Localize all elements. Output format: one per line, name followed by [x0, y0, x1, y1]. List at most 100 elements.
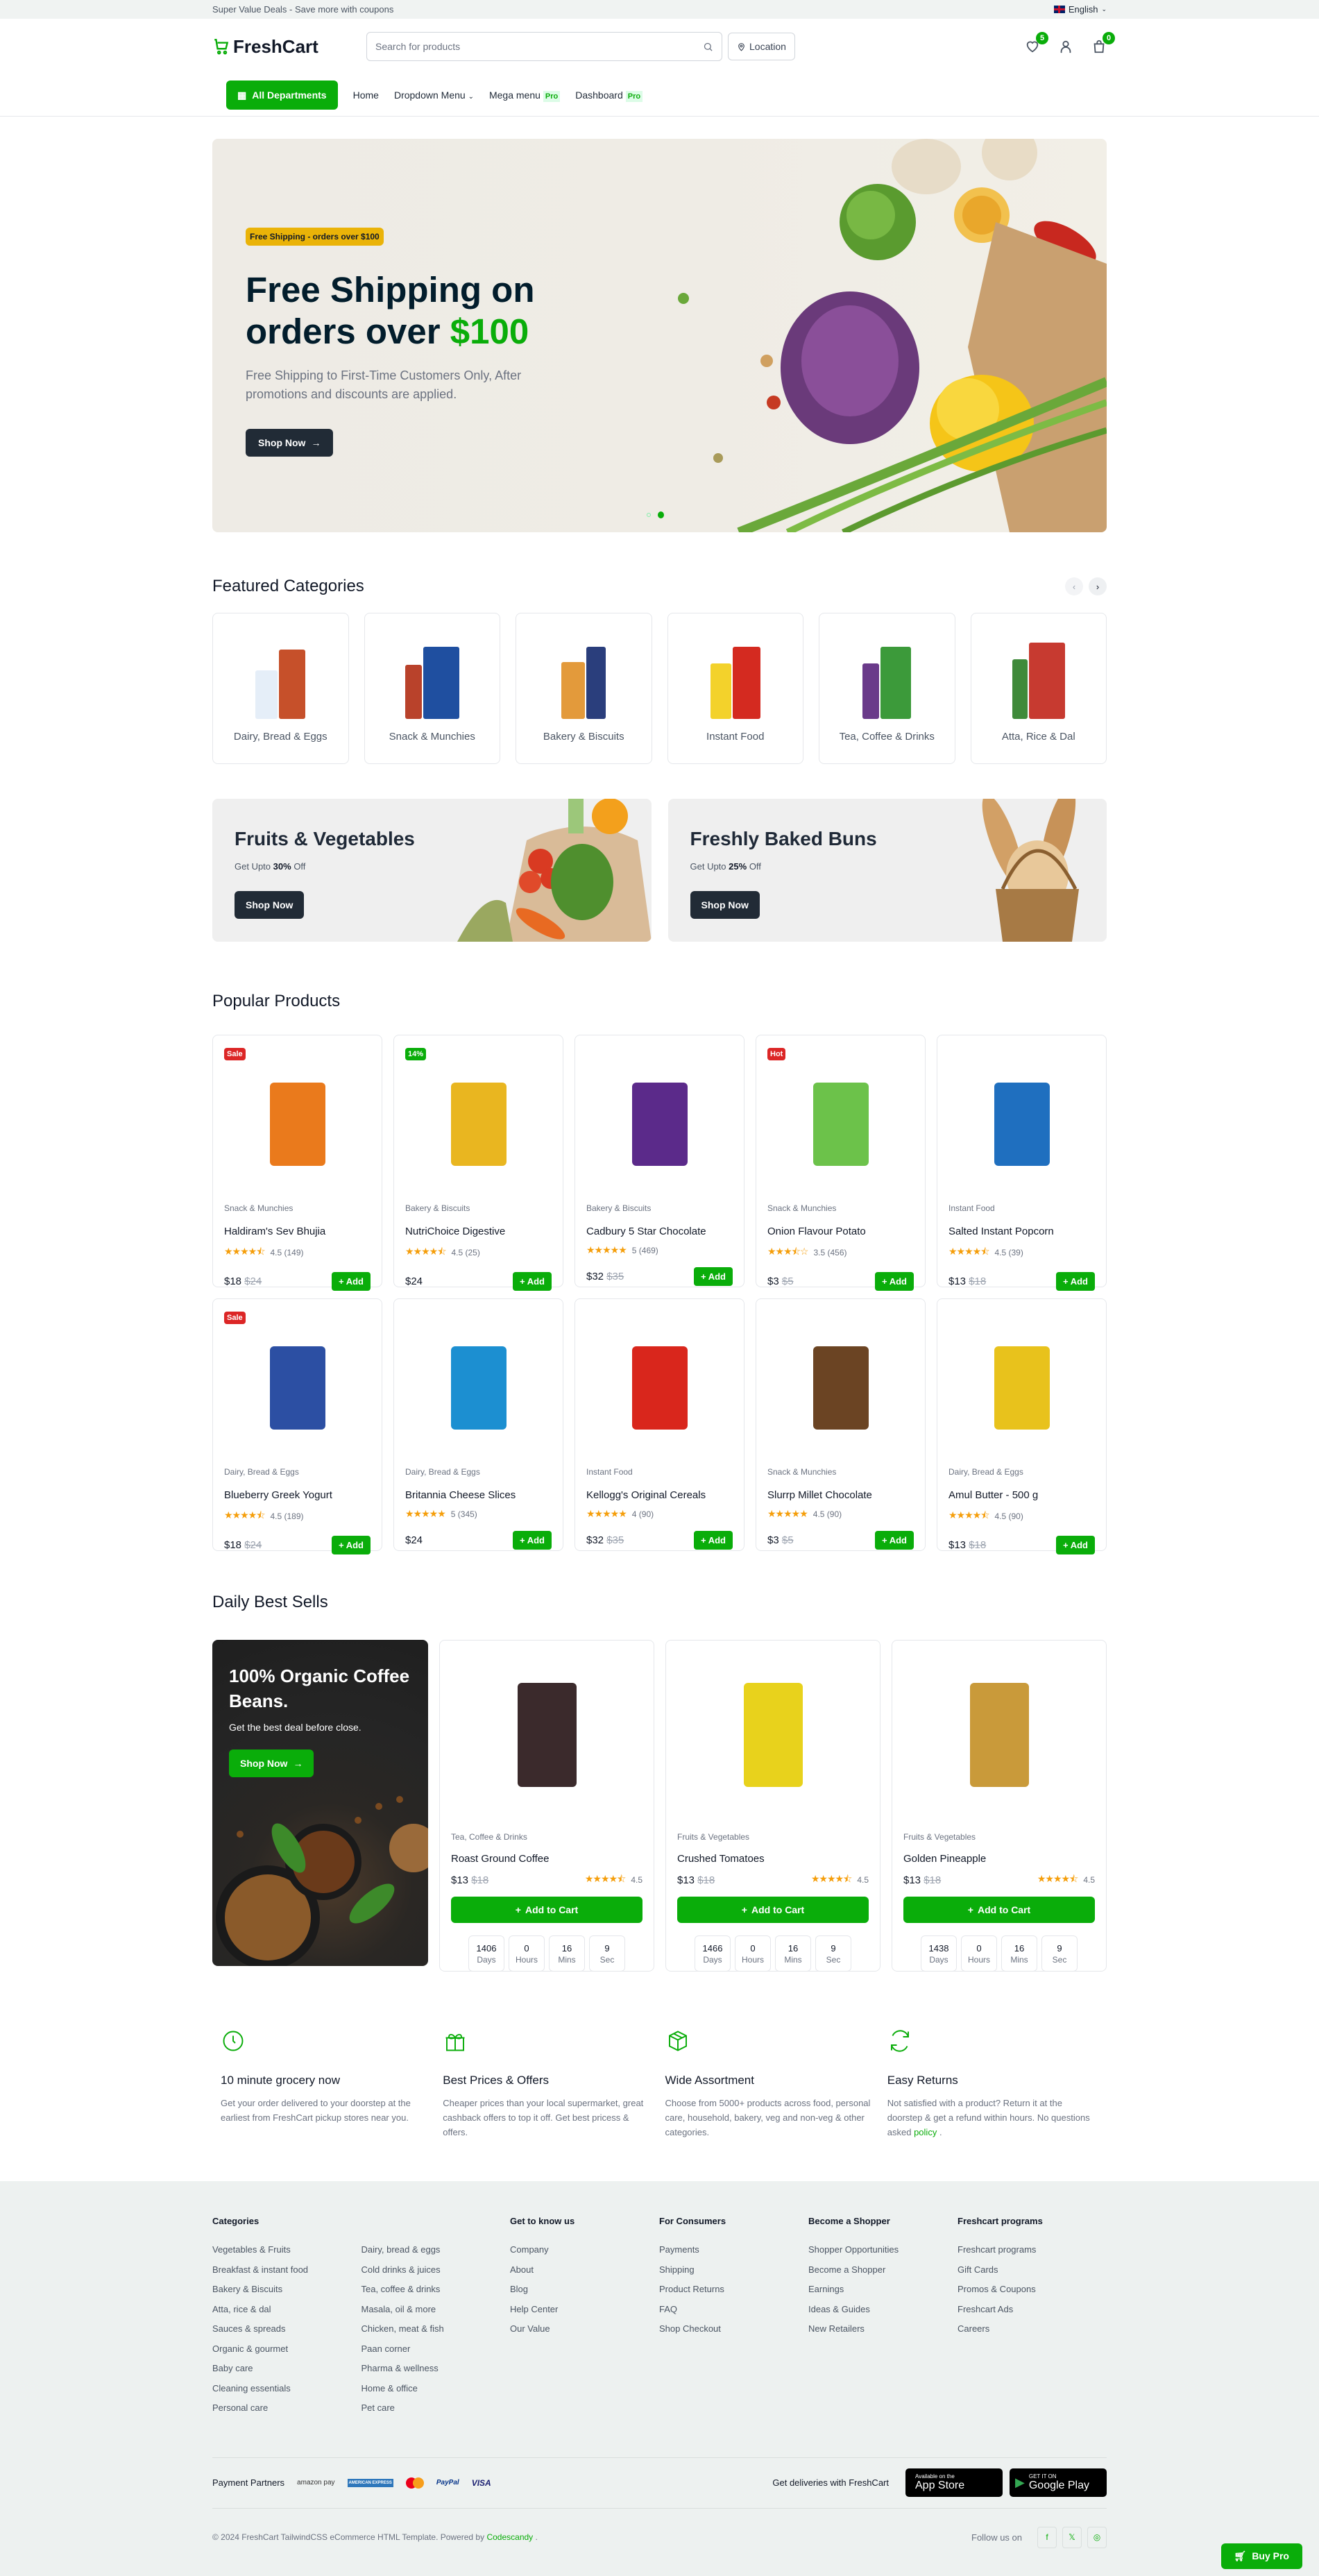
add-button[interactable]: + Add	[875, 1531, 914, 1550]
nav-mega-menu[interactable]: Mega menu Pro	[489, 90, 561, 102]
cart-button[interactable]: 0	[1091, 32, 1115, 54]
nav-dropdown-menu[interactable]: Dropdown Menu ⌄	[394, 90, 474, 101]
product-name[interactable]: Onion Flavour Potato	[767, 1226, 914, 1237]
product-image[interactable]	[586, 1325, 733, 1450]
footer-link[interactable]: Pharma & wellness	[361, 2363, 511, 2373]
wishlist-button[interactable]: 5	[1025, 32, 1048, 54]
hero-shop-now-button[interactable]: Shop Now →	[246, 429, 334, 457]
footer-link[interactable]: Shipping	[659, 2264, 808, 2275]
product-card[interactable]: Bakery & Biscuits Cadbury 5 Star Chocola…	[575, 1035, 744, 1287]
codescandy-link[interactable]: Codescandy	[486, 2532, 533, 2542]
footer-link[interactable]: Ideas & Guides	[808, 2304, 958, 2314]
footer-link[interactable]: Breakfast & instant food	[212, 2264, 361, 2275]
footer-link[interactable]: FAQ	[659, 2304, 808, 2314]
add-button[interactable]: + Add	[513, 1272, 552, 1291]
category-card[interactable]: Atta, Rice & Dal	[970, 613, 1107, 764]
footer-link[interactable]: Chicken, meat & fish	[361, 2323, 511, 2334]
app-store-button[interactable]: Available on the App Store	[905, 2468, 1003, 2497]
footer-link[interactable]: Gift Cards	[958, 2264, 1107, 2275]
location-button[interactable]: Location	[728, 33, 795, 60]
product-name[interactable]: Roast Ground Coffee	[451, 1853, 643, 1865]
product-card[interactable]: Sale Snack & Munchies Haldiram's Sev Bhu…	[212, 1035, 382, 1291]
footer-link[interactable]: Organic & gourmet	[212, 2344, 361, 2354]
product-card[interactable]: Instant Food Salted Instant Popcorn ★★★★…	[937, 1035, 1107, 1291]
language-selector[interactable]: English ⌄	[1053, 4, 1107, 15]
all-departments-button[interactable]: ▦ All Departments	[226, 80, 338, 110]
product-image[interactable]	[586, 1062, 733, 1187]
add-button[interactable]: + Add	[332, 1272, 371, 1291]
slider-dot-2-active[interactable]	[658, 511, 664, 518]
category-card[interactable]: Tea, Coffee & Drinks	[819, 613, 955, 764]
product-card[interactable]: Dairy, Bread & Eggs Amul Butter - 500 g …	[937, 1298, 1107, 1554]
footer-link[interactable]: Sauces & spreads	[212, 2323, 361, 2334]
next-arrow-button[interactable]: ›	[1089, 577, 1107, 595]
product-name[interactable]: Cadbury 5 Star Chocolate	[586, 1226, 733, 1237]
daily-product-card[interactable]: Fruits & Vegetables Golden Pineapple $13…	[892, 1640, 1107, 1972]
add-button[interactable]: + Add	[1056, 1272, 1095, 1291]
category-card[interactable]: Bakery & Biscuits	[516, 613, 652, 764]
product-image[interactable]	[677, 1666, 869, 1804]
add-button[interactable]: + Add	[332, 1536, 371, 1554]
footer-link[interactable]: Pet care	[361, 2403, 511, 2413]
footer-link[interactable]: Vegetables & Fruits	[212, 2244, 361, 2255]
daily-product-card[interactable]: Fruits & Vegetables Crushed Tomatoes $13…	[665, 1640, 880, 1972]
product-image[interactable]	[767, 1062, 914, 1187]
product-name[interactable]: Kellogg's Original Cereals	[586, 1489, 733, 1501]
category-card[interactable]: Instant Food	[667, 613, 803, 764]
banner-shop-now-button[interactable]: Shop Now	[235, 891, 305, 919]
product-image[interactable]	[948, 1062, 1095, 1187]
footer-link[interactable]: Payments	[659, 2244, 808, 2255]
add-button[interactable]: + Add	[694, 1267, 733, 1286]
footer-link[interactable]: Blog	[510, 2284, 659, 2294]
product-name[interactable]: Slurrp Millet Chocolate	[767, 1489, 914, 1501]
search-icon[interactable]	[703, 42, 713, 52]
footer-link[interactable]: New Retailers	[808, 2323, 958, 2334]
footer-link[interactable]: Freshcart programs	[958, 2244, 1107, 2255]
product-name[interactable]: NutriChoice Digestive	[405, 1226, 552, 1237]
footer-link[interactable]: Become a Shopper	[808, 2264, 958, 2275]
product-card[interactable]: Dairy, Bread & Eggs Britannia Cheese Sli…	[393, 1298, 563, 1551]
product-name[interactable]: Amul Butter - 500 g	[948, 1489, 1095, 1501]
prev-arrow-button[interactable]: ‹	[1065, 577, 1083, 595]
product-name[interactable]: Britannia Cheese Slices	[405, 1489, 552, 1501]
product-name[interactable]: Haldiram's Sev Bhujia	[224, 1226, 371, 1237]
x-twitter-icon[interactable]: 𝕏	[1062, 2526, 1082, 2548]
slider-dot-1[interactable]	[647, 513, 651, 517]
footer-link[interactable]: About	[510, 2264, 659, 2275]
nav-dashboard[interactable]: Dashboard Pro	[575, 90, 643, 102]
product-card[interactable]: Hot Snack & Munchies Onion Flavour Potat…	[756, 1035, 926, 1291]
product-image[interactable]	[224, 1062, 371, 1187]
footer-link[interactable]: Atta, rice & dal	[212, 2304, 361, 2314]
footer-link[interactable]: Baby care	[212, 2363, 361, 2373]
footer-link[interactable]: Personal care	[212, 2403, 361, 2413]
footer-link[interactable]: Freshcart Ads	[958, 2304, 1107, 2314]
brand-logo[interactable]: FreshCart	[212, 36, 366, 58]
footer-link[interactable]: Home & office	[361, 2383, 511, 2393]
buy-pro-button[interactable]: 🛒︎ Buy Pro	[1220, 2543, 1302, 2569]
banner-shop-now-button[interactable]: Shop Now	[690, 891, 760, 919]
footer-link[interactable]: Paan corner	[361, 2344, 511, 2354]
coffee-shop-now-button[interactable]: Shop Now →	[229, 1749, 314, 1777]
footer-link[interactable]: Earnings	[808, 2284, 958, 2294]
nav-home[interactable]: Home	[353, 90, 379, 101]
footer-link[interactable]: Shop Checkout	[659, 2323, 808, 2334]
footer-link[interactable]: Promos & Coupons	[958, 2284, 1107, 2294]
instagram-icon[interactable]: ◎	[1087, 2526, 1107, 2548]
product-name[interactable]: Blueberry Greek Yogurt	[224, 1489, 371, 1501]
footer-link[interactable]: Company	[510, 2244, 659, 2255]
footer-link[interactable]: Bakery & Biscuits	[212, 2284, 361, 2294]
add-button[interactable]: + Add	[694, 1531, 733, 1550]
product-image[interactable]	[405, 1325, 552, 1450]
product-image[interactable]	[451, 1666, 643, 1804]
footer-link[interactable]: Our Value	[510, 2323, 659, 2334]
product-card[interactable]: Sale Dairy, Bread & Eggs Blueberry Greek…	[212, 1298, 382, 1554]
footer-link[interactable]: Cold drinks & juices	[361, 2264, 511, 2275]
facebook-icon[interactable]: f	[1037, 2526, 1057, 2548]
product-image[interactable]	[405, 1062, 552, 1187]
add-button[interactable]: + Add	[1056, 1536, 1095, 1554]
policy-link[interactable]: policy	[914, 2127, 937, 2137]
category-card[interactable]: Snack & Munchies	[364, 613, 500, 764]
footer-link[interactable]: Shopper Opportunities	[808, 2244, 958, 2255]
add-to-cart-button[interactable]: + Add to Cart	[903, 1897, 1095, 1923]
product-name[interactable]: Salted Instant Popcorn	[948, 1226, 1095, 1237]
